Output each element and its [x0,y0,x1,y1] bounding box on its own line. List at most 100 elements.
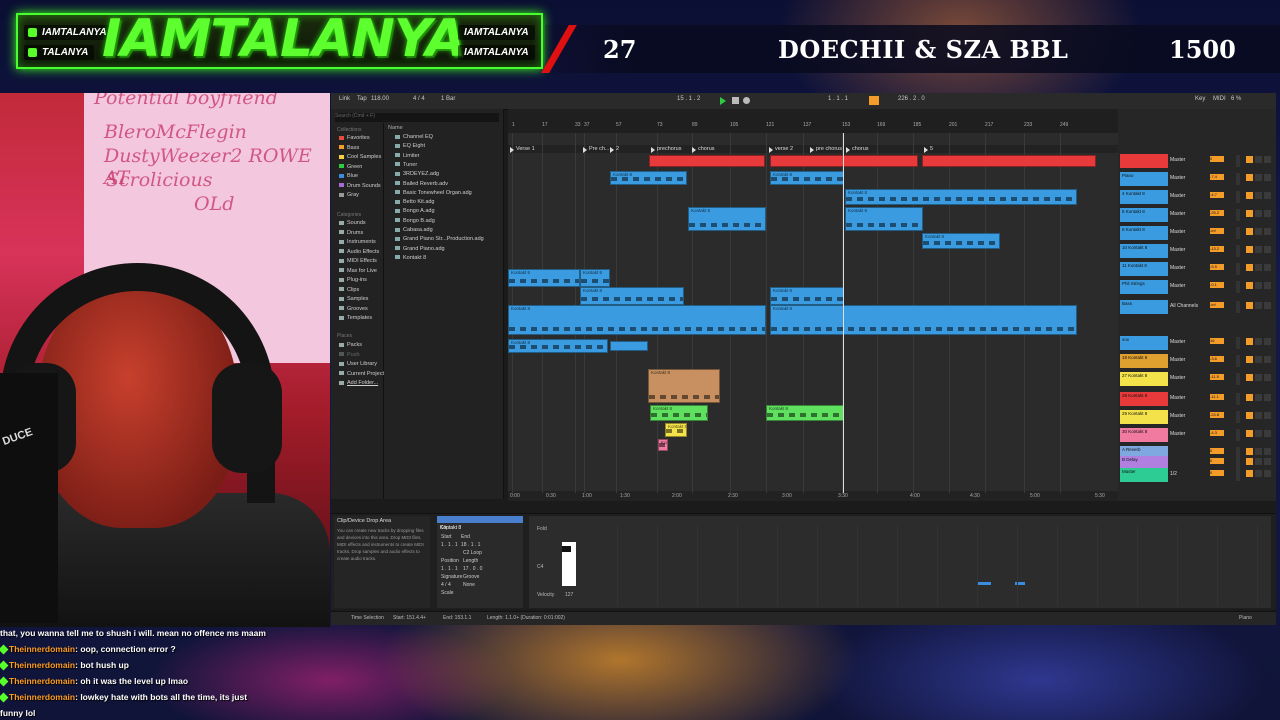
file-item[interactable]: Grand Piano Str...Production.adg [395,236,484,242]
category-item[interactable]: Max for Live [339,268,377,274]
category-item[interactable]: Audio Effects [339,249,379,255]
arrangement-clip[interactable]: Kontakt 8 [688,207,766,231]
quantize-menu[interactable]: 1 Bar [441,96,455,102]
arrangement-clip[interactable] [770,155,918,167]
solo-button[interactable] [1255,192,1262,199]
arm-button[interactable] [1264,458,1271,465]
mute-button[interactable] [1246,430,1253,437]
arm-button[interactable] [1264,246,1271,253]
clip-field[interactable]: Start [441,534,452,540]
solo-button[interactable] [1255,448,1262,455]
key-map-button[interactable]: Key [1195,96,1205,102]
output-routing[interactable]: Master [1170,357,1185,363]
volume-field[interactable]: -7.4 [1210,174,1224,180]
file-item[interactable]: Basic Tonewheel Organ.adg [395,190,472,196]
file-item[interactable]: Bongo B.adg [395,218,435,224]
mute-button[interactable] [1246,210,1253,217]
loop-start[interactable]: 1 . 1 . 1 [828,96,848,102]
place-item[interactable]: Add Folder... [339,380,378,386]
solo-button[interactable] [1255,174,1262,181]
file-item[interactable]: 3RDEYEZ.adg [395,171,439,177]
volume-field[interactable]: 0 [1210,156,1224,162]
file-item[interactable]: Betto Kit.adg [395,199,435,205]
output-routing[interactable]: Master [1170,247,1185,253]
arrangement-clip[interactable]: Kontakt 8 [845,207,923,231]
mute-button[interactable] [1246,448,1253,455]
arrangement-clip[interactable]: Kontakt 8 [650,405,708,421]
mute-button[interactable] [1246,192,1253,199]
place-item[interactable]: Push [339,352,360,358]
track-name[interactable]: 27 Kontakt 8 [1120,372,1168,386]
arm-button[interactable] [1264,338,1271,345]
file-item[interactable]: Bailed Reverb.adv [395,181,448,187]
file-item[interactable]: Limiter [395,153,420,159]
locator[interactable]: 2 [610,146,619,153]
arrangement-clip[interactable]: Kontakt 8 [658,439,668,451]
chat-username[interactable]: Theinnerdomain [9,660,75,670]
clip-field[interactable]: Position [441,558,459,564]
arm-button[interactable] [1264,210,1271,217]
category-item[interactable]: Sounds [339,220,366,226]
track-name[interactable]: 5 Kontakt 8 [1120,208,1168,222]
track-name[interactable]: Bass [1120,300,1168,314]
arrangement-clip[interactable]: Kontakt 8 [508,305,766,335]
track-name[interactable] [1120,154,1168,168]
file-item[interactable]: Channel EQ [395,134,433,140]
solo-button[interactable] [1255,302,1262,309]
arm-button[interactable] [1264,282,1271,289]
clip-field[interactable]: 1 . 1 . 1 [441,542,458,548]
arm-button[interactable] [1264,302,1271,309]
file-item[interactable]: Kontakt 8 [395,255,426,261]
arrangement-clip[interactable]: Kontakt 8 [766,405,844,421]
arm-button[interactable] [1264,374,1271,381]
file-item[interactable]: Tuner [395,162,417,168]
tap-button[interactable]: Tap [357,96,367,102]
mute-button[interactable] [1246,412,1253,419]
track-name[interactable]: 30 Kontakt 8 [1120,428,1168,442]
category-item[interactable]: MIDI Effects [339,258,377,264]
fold-button[interactable]: Fold [537,526,547,532]
place-item[interactable]: Current Project [339,371,384,377]
solo-button[interactable] [1255,246,1262,253]
arrangement-clip[interactable]: Kontakt 8 [580,269,610,287]
arrangement-clip[interactable]: Kontakt 8 [648,369,720,403]
volume-field[interactable]: 0 [1210,458,1224,464]
output-routing[interactable]: Master [1170,193,1185,199]
arrangement-view[interactable]: 1 17 33 37 57 73 89 105 121 137 153 169 185 201 217 233… [508,109,1118,501]
volume-field[interactable]: 0 [1210,470,1224,476]
output-routing[interactable]: Master [1170,229,1185,235]
arm-button[interactable] [1264,264,1271,271]
time-ruler[interactable] [508,491,1118,501]
record-icon[interactable] [743,97,750,104]
category-item[interactable]: Drums [339,230,363,236]
output-routing[interactable]: Master [1170,431,1185,437]
solo-button[interactable] [1255,228,1262,235]
volume-field[interactable]: -0.1 [1210,282,1224,288]
place-item[interactable]: User Library [339,361,377,367]
solo-button[interactable] [1255,210,1262,217]
mute-button[interactable] [1246,156,1253,163]
arm-button[interactable] [1264,356,1271,363]
solo-button[interactable] [1255,156,1262,163]
category-item[interactable]: Instruments [339,239,376,245]
play-icon[interactable] [720,97,726,105]
locator[interactable]: chorus [692,146,715,153]
mute-button[interactable] [1246,302,1253,309]
link-button[interactable]: Link [339,96,350,102]
category-item[interactable]: Templates [339,315,372,321]
track-name[interactable]: 18 Kontakt 8 [1120,354,1168,368]
solo-button[interactable] [1255,338,1262,345]
mute-button[interactable] [1246,470,1253,477]
arrangement-clip[interactable]: Kontakt 8 [770,305,1077,335]
volume-field[interactable]: -11.5 [1210,374,1224,380]
time-signature[interactable]: 4 / 4 [413,96,425,102]
arrangement-clip[interactable]: Kontakt 8 [665,423,687,437]
file-item[interactable]: EQ Eight [395,143,425,149]
midi-editor[interactable]: Fold C4 Velocity 127 [529,516,1271,608]
name-column-header[interactable]: Name [388,125,403,131]
solo-button[interactable] [1255,374,1262,381]
category-item[interactable]: Grooves [339,306,368,312]
output-routing[interactable]: Master [1170,413,1185,419]
clip-tab[interactable]: Clip [440,525,449,531]
clip-field[interactable]: 17 . 0 . 0 [463,566,482,572]
